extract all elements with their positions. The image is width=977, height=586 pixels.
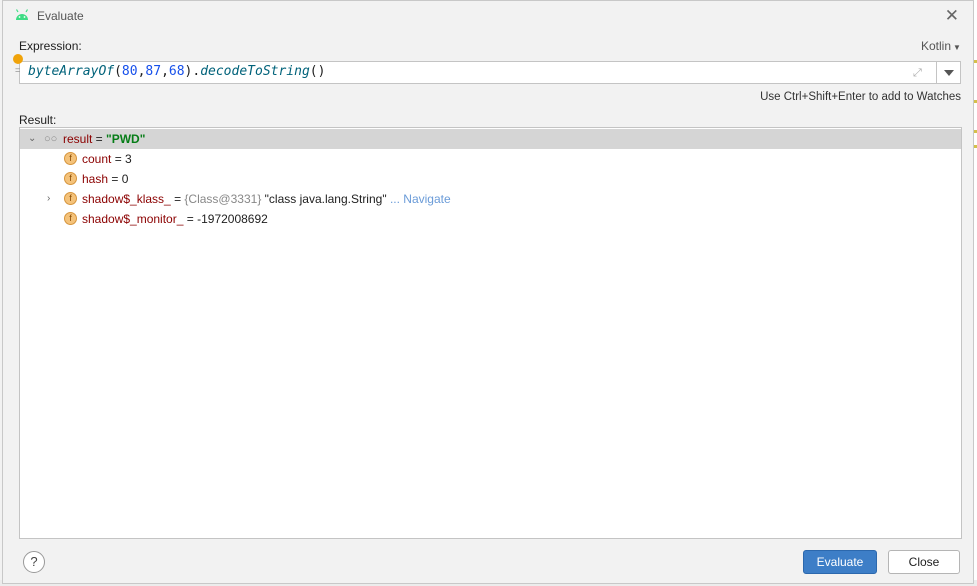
- expression-label: Expression:: [19, 39, 82, 53]
- field-value: 0: [121, 172, 129, 186]
- field-icon: f: [64, 192, 77, 205]
- help-button[interactable]: ?: [23, 551, 45, 573]
- chevron-down-icon[interactable]: ⌄: [28, 129, 36, 149]
- result-label: Result:: [19, 113, 57, 127]
- result-tree[interactable]: ⌄ ○○ result = "PWD" f count = 3 f hash =…: [19, 127, 962, 539]
- close-icon[interactable]: ✕: [945, 6, 959, 26]
- language-label: Kotlin: [921, 39, 952, 53]
- type-reference: {Class@3331}: [184, 192, 262, 206]
- result-name: result: [63, 132, 93, 146]
- navigate-link[interactable]: ... Navigate: [390, 192, 451, 206]
- code-function: byteArrayOf: [28, 64, 115, 79]
- field-icon: f: [64, 152, 77, 165]
- field-icon: f: [64, 212, 77, 225]
- expand-editor-icon[interactable]: ⤢: [913, 67, 922, 80]
- language-selector[interactable]: Kotlin ▼: [921, 39, 961, 53]
- tree-row-result[interactable]: ⌄ ○○ result = "PWD": [20, 129, 961, 149]
- title-bar: Evaluate ✕: [3, 1, 973, 31]
- field-name: shadow$_klass_: [82, 192, 171, 206]
- code-arg: 80: [121, 64, 138, 79]
- field-icon: f: [64, 172, 77, 185]
- chevron-down-icon: ▼: [953, 43, 961, 52]
- dialog-title: Evaluate: [37, 9, 84, 23]
- close-button[interactable]: Close: [888, 550, 960, 574]
- field-name: shadow$_monitor_: [82, 212, 184, 226]
- evaluate-button[interactable]: Evaluate: [803, 550, 877, 574]
- android-icon: [15, 9, 29, 20]
- field-name: count: [82, 152, 112, 166]
- expression-code[interactable]: byteArrayOf(80,87,68).decodeToString(): [28, 64, 325, 79]
- code-arg: 87: [145, 64, 162, 79]
- chevron-right-icon[interactable]: ›: [47, 189, 50, 209]
- evaluate-dialog: Evaluate ✕ Expression: Kotlin ▼ = byteArr…: [2, 0, 974, 584]
- code-method: decodeToString: [200, 64, 310, 79]
- field-value: "class java.lang.String": [264, 192, 387, 206]
- tree-row-field[interactable]: f count = 3: [20, 149, 961, 169]
- field-value: -1972008692: [197, 212, 268, 226]
- watch-hint: Use Ctrl+Shift+Enter to add to Watches: [760, 91, 961, 103]
- tree-row-field[interactable]: › f shadow$_klass_ = {Class@3331} "class…: [20, 189, 961, 209]
- history-dropdown-button[interactable]: [936, 61, 961, 84]
- field-value: 3: [125, 152, 132, 166]
- intention-bulb-icon[interactable]: [13, 54, 23, 64]
- tree-row-field[interactable]: f hash = 0: [20, 169, 961, 189]
- code-arg: 68: [168, 64, 185, 79]
- gutter-marker-icon: =: [15, 65, 21, 75]
- glasses-icon: ○○: [44, 133, 58, 145]
- tree-row-field[interactable]: f shadow$_monitor_ = -1972008692: [20, 209, 961, 229]
- field-name: hash: [82, 172, 109, 186]
- result-value: "PWD": [106, 132, 146, 146]
